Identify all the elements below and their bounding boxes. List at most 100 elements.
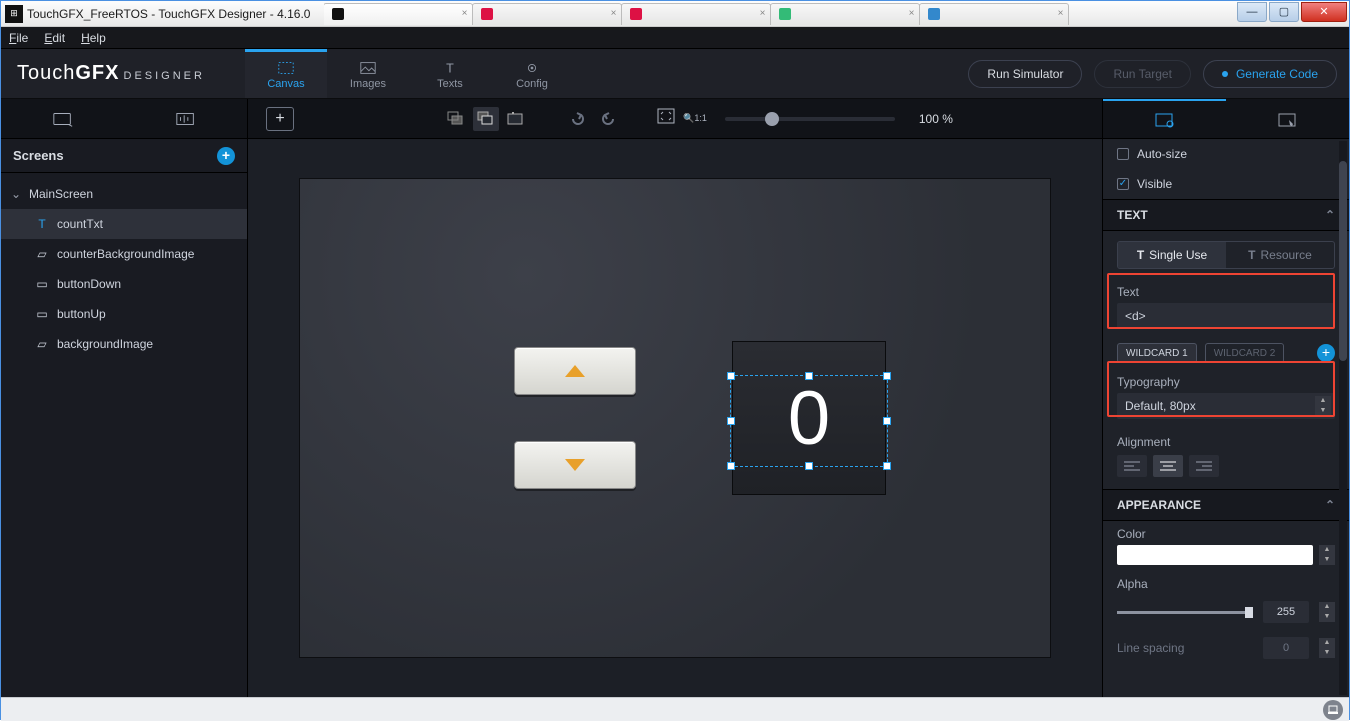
zoom-11-icon[interactable]: 🔍1:1 (683, 114, 707, 123)
secondary-toolbar: + 🔍1:1 100 % (1, 99, 1349, 139)
stepper-icon[interactable]: ▲▼ (1315, 396, 1331, 416)
tab-config[interactable]: Config (491, 49, 573, 98)
tree-item-buttonDown[interactable]: ▭buttonDown (1, 269, 247, 299)
autosize-checkbox-row[interactable]: Auto-size (1103, 139, 1349, 169)
properties-panel: Auto-size Visible TEXT⌃ TSingle Use TRes… (1102, 139, 1349, 697)
generate-code-button[interactable]: Generate Code (1203, 60, 1337, 88)
counter-background-widget[interactable]: 0 (732, 341, 886, 495)
main-area: Screens + ⌄MainScreen TcountTxt ▱counter… (1, 139, 1349, 697)
add-wildcard-button[interactable]: + (1317, 344, 1335, 362)
close-icon[interactable]: × (909, 8, 915, 19)
window-titlebar: ⊞ TouchGFX_FreeRTOS - TouchGFX Designer … (1, 1, 1349, 27)
maximize-button[interactable]: ▢ (1269, 2, 1299, 22)
browser-tab[interactable]: × (324, 3, 473, 25)
undo-icon[interactable] (565, 107, 591, 131)
close-icon[interactable]: × (1058, 8, 1064, 19)
zoom-slider[interactable] (725, 117, 895, 121)
slider-knob[interactable] (765, 112, 779, 126)
chevron-up-icon: ⌃ (1325, 498, 1335, 512)
menu-bar: File Edit Help (1, 27, 1349, 49)
left-panel: Screens + ⌄MainScreen TcountTxt ▱counter… (1, 139, 248, 697)
button-down-widget[interactable] (514, 441, 636, 489)
align-center-button[interactable] (1153, 455, 1183, 477)
redo-icon[interactable] (595, 107, 621, 131)
wildcard2-pill: WILDCARD 2 (1205, 343, 1285, 363)
close-icon[interactable]: × (462, 8, 468, 19)
add-button[interactable]: + (266, 107, 294, 131)
minimize-button[interactable]: — (1237, 2, 1267, 22)
tab-canvas[interactable]: Canvas (245, 49, 327, 98)
app-logo: TouchGFXDESIGNER (17, 62, 205, 85)
resource-toggle[interactable]: TResource (1226, 242, 1334, 268)
alignment-row (1103, 453, 1349, 489)
tree-item-counterBackgroundImage[interactable]: ▱counterBackgroundImage (1, 239, 247, 269)
single-use-toggle[interactable]: TSingle Use (1118, 242, 1226, 268)
checkbox-icon[interactable] (1117, 148, 1129, 160)
browser-tab[interactable]: × (472, 3, 622, 25)
arrange-icon[interactable] (503, 107, 529, 131)
typography-label: Typography (1103, 369, 1349, 393)
wildcard-row: WILDCARD 1 WILDCARD 2 + (1117, 343, 1335, 363)
align-left-button[interactable] (1117, 455, 1147, 477)
line-spacing-value: 0 (1263, 637, 1309, 659)
alpha-label: Alpha (1103, 565, 1349, 595)
tab-images[interactable]: Images (327, 49, 409, 98)
device-screen[interactable]: 0 (299, 178, 1051, 658)
typography-select[interactable]: Default, 80px ▲▼ (1117, 393, 1335, 419)
canvas-viewport[interactable]: 0 (248, 139, 1102, 697)
properties-view-button[interactable] (1103, 99, 1226, 138)
color-swatch[interactable] (1117, 545, 1313, 565)
notification-icon[interactable] (1323, 700, 1343, 720)
alpha-value[interactable]: 255 (1263, 601, 1309, 623)
line-spacing-label: Line spacing (1117, 641, 1253, 655)
align-right-button[interactable] (1189, 455, 1219, 477)
browser-tab[interactable]: × (770, 3, 920, 25)
tree-root[interactable]: ⌄MainScreen (1, 179, 247, 209)
screens-view-button[interactable] (1, 99, 124, 138)
counter-text[interactable]: 0 (788, 375, 830, 462)
color-label: Color (1103, 521, 1349, 545)
zoom-label: 100 % (919, 112, 953, 126)
close-button[interactable]: ✕ (1301, 2, 1347, 22)
run-simulator-button[interactable]: Run Simulator (968, 60, 1082, 88)
checkbox-icon[interactable] (1117, 178, 1129, 190)
add-screen-button[interactable]: + (217, 147, 235, 165)
color-stepper[interactable]: ▲▼ (1319, 545, 1335, 565)
text-value-input[interactable] (1117, 303, 1335, 329)
menu-file[interactable]: File (9, 31, 28, 45)
line-spacing-stepper[interactable]: ▲▼ (1319, 638, 1335, 658)
menu-help[interactable]: Help (81, 31, 106, 45)
image-icon: ▱ (35, 248, 49, 260)
scrollbar-thumb[interactable] (1339, 161, 1347, 361)
screen-tree: ⌄MainScreen TcountTxt ▱counterBackground… (1, 173, 247, 365)
close-icon[interactable]: × (760, 8, 766, 19)
button-up-widget[interactable] (514, 347, 636, 395)
scrollbar[interactable] (1339, 141, 1347, 695)
line-spacing-row: Line spacing 0 ▲▼ (1117, 637, 1335, 659)
close-icon[interactable]: × (611, 8, 617, 19)
tree-item-backgroundImage[interactable]: ▱backgroundImage (1, 329, 247, 359)
section-appearance[interactable]: APPEARANCE⌃ (1103, 489, 1349, 521)
tree-item-buttonUp[interactable]: ▭buttonUp (1, 299, 247, 329)
tab-texts[interactable]: T Texts (409, 49, 491, 98)
send-back-icon[interactable] (443, 107, 469, 131)
interactions-view-button[interactable] (1226, 99, 1349, 138)
wildcard1-pill[interactable]: WILDCARD 1 (1117, 343, 1197, 363)
bring-front-icon[interactable] (473, 107, 499, 131)
color-row: ▲▼ (1117, 545, 1335, 565)
alpha-stepper[interactable]: ▲▼ (1319, 602, 1335, 622)
widgets-view-button[interactable] (124, 99, 247, 138)
section-text[interactable]: TEXT⌃ (1103, 199, 1349, 231)
visible-checkbox-row[interactable]: Visible (1103, 169, 1349, 199)
app-icon: ⊞ (5, 5, 23, 23)
fit-icon[interactable] (657, 108, 675, 129)
top-tabs: Canvas Images T Texts Config (245, 49, 573, 98)
chevron-up-icon: ⌃ (1325, 208, 1335, 222)
top-toolbar: TouchGFXDESIGNER Canvas Images T Texts C… (1, 49, 1349, 99)
browser-tab[interactable]: × (621, 3, 771, 25)
browser-tab[interactable]: × (919, 3, 1069, 25)
alpha-slider[interactable] (1117, 611, 1253, 614)
tree-item-countTxt[interactable]: TcountTxt (1, 209, 247, 239)
slider-knob[interactable] (1245, 607, 1253, 618)
menu-edit[interactable]: Edit (44, 31, 65, 45)
